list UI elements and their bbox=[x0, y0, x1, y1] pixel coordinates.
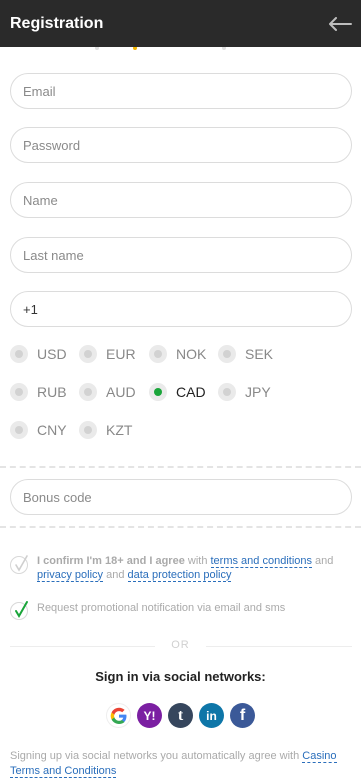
bonus-code-input[interactable] bbox=[10, 479, 352, 515]
radio-icon bbox=[218, 345, 236, 363]
radio-icon bbox=[149, 345, 167, 363]
age-terms-consent: I confirm I'm 18+ and I agree with terms… bbox=[10, 554, 352, 582]
radio-icon bbox=[218, 383, 236, 401]
radio-selected-icon bbox=[149, 383, 167, 401]
facebook-icon[interactable]: f bbox=[230, 703, 255, 728]
currency-option-cny[interactable]: CNY bbox=[10, 421, 67, 439]
google-icon[interactable] bbox=[106, 703, 131, 728]
radio-icon bbox=[79, 421, 97, 439]
currency-option-kzt[interactable]: KZT bbox=[79, 421, 132, 439]
consent-checkbox[interactable] bbox=[10, 555, 28, 574]
privacy-policy-link[interactable]: privacy policy bbox=[37, 569, 104, 582]
page-title: Registration bbox=[10, 14, 104, 32]
social-terms-note: Signing up via social networks you autom… bbox=[10, 750, 337, 778]
or-divider: OR bbox=[0, 639, 361, 653]
currency-option-sek[interactable]: SEK bbox=[218, 345, 273, 363]
name-input[interactable] bbox=[10, 182, 352, 218]
promo-text: Request promotional notification via ema… bbox=[37, 602, 286, 614]
last-name-input[interactable] bbox=[10, 237, 352, 273]
radio-icon bbox=[79, 345, 97, 363]
promo-consent: Request promotional notification via ema… bbox=[10, 600, 352, 620]
social-buttons: Y! t in f bbox=[0, 703, 361, 728]
terms-link[interactable]: terms and conditions bbox=[210, 555, 312, 568]
radio-icon bbox=[79, 383, 97, 401]
currency-option-rub[interactable]: RUB bbox=[10, 383, 67, 401]
currency-option-aud[interactable]: AUD bbox=[79, 383, 136, 401]
email-input[interactable] bbox=[10, 73, 352, 109]
data-protection-link[interactable]: data protection policy bbox=[127, 569, 232, 582]
scroll-overflow-hint bbox=[0, 47, 361, 53]
currency-option-nok[interactable]: NOK bbox=[149, 345, 206, 363]
social-title: Sign in via social networks: bbox=[95, 669, 266, 684]
promo-checkbox[interactable] bbox=[10, 601, 28, 620]
consent-text: I confirm I'm 18+ and I agree with terms… bbox=[37, 555, 334, 582]
radio-icon bbox=[10, 345, 28, 363]
radio-icon bbox=[10, 383, 28, 401]
yahoo-icon[interactable]: Y! bbox=[137, 703, 162, 728]
header-bar: Registration bbox=[0, 0, 361, 47]
currency-option-eur[interactable]: EUR bbox=[79, 345, 136, 363]
phone-input[interactable] bbox=[10, 291, 352, 327]
currency-option-jpy[interactable]: JPY bbox=[218, 383, 271, 401]
password-input[interactable] bbox=[10, 127, 352, 163]
tumblr-icon[interactable]: t bbox=[168, 703, 193, 728]
currency-option-usd[interactable]: USD bbox=[10, 345, 67, 363]
linkedin-icon[interactable]: in bbox=[199, 703, 224, 728]
section-divider bbox=[0, 526, 361, 528]
currency-option-cad[interactable]: CAD bbox=[149, 383, 206, 401]
section-divider bbox=[0, 466, 361, 468]
radio-icon bbox=[10, 421, 28, 439]
arrow-left-icon[interactable] bbox=[327, 14, 353, 34]
